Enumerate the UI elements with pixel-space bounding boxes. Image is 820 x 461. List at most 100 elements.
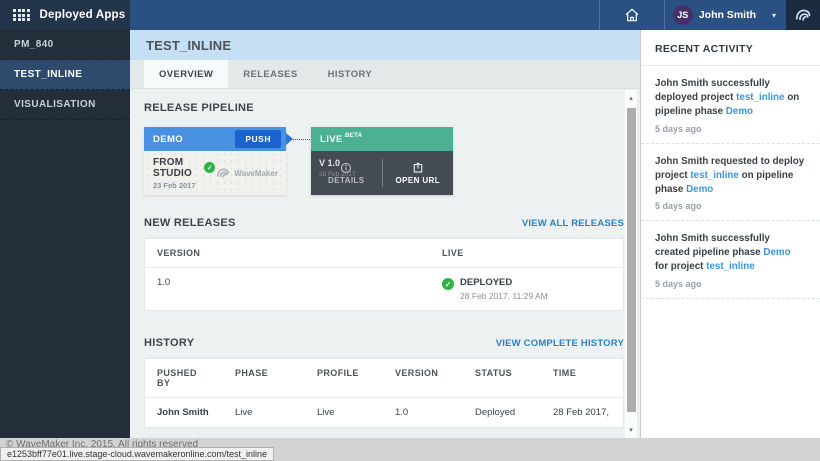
deploy-status-line: ✓ DEPLOYED 28 Feb 2017, 11:29 AM xyxy=(442,277,611,301)
deploy-status: DEPLOYED xyxy=(460,277,512,288)
pipeline-connector xyxy=(293,139,310,140)
column-header-profile: PROFILE xyxy=(305,359,383,397)
activity-project-link[interactable]: test_inline xyxy=(690,170,738,181)
history-table: PUSHED BY PHASE PROFILE VERSION STATUS T… xyxy=(144,358,624,428)
sidebar-item-label: TEST_INLINE xyxy=(14,69,82,80)
activity-item: John Smith successfully created pipeline… xyxy=(641,221,820,299)
demo-source-block: FROM STUDIO ✓ 23 Feb 2017 xyxy=(153,157,215,190)
column-header-version: VERSION xyxy=(145,239,430,267)
sidebar: PM_840 TEST_INLINE VISUALISATION xyxy=(0,30,130,438)
activity-phase-link[interactable]: Demo xyxy=(726,106,753,117)
tab-releases[interactable]: RELEASES xyxy=(228,60,312,88)
view-complete-history-link[interactable]: VIEW COMPLETE HISTORY xyxy=(496,338,624,349)
release-live-cell: ✓ DEPLOYED 28 Feb 2017, 11:29 AM xyxy=(430,268,623,310)
scroll-down-icon[interactable]: ▾ xyxy=(625,424,637,436)
history-header-row: HISTORY VIEW COMPLETE HISTORY xyxy=(144,337,624,349)
from-studio-line: FROM STUDIO ✓ xyxy=(153,157,215,179)
activity-timestamp: 5 days ago xyxy=(655,124,806,134)
history-phase-cell: Live xyxy=(223,398,305,427)
sidebar-item-label: VISUALISATION xyxy=(14,99,96,110)
user-menu[interactable]: JS John Smith ▾ xyxy=(665,0,786,30)
activity-item: John Smith successfully deployed project… xyxy=(641,66,820,144)
user-name: John Smith xyxy=(699,9,756,21)
tab-bar: OVERVIEW RELEASES HISTORY xyxy=(130,60,640,89)
activity-project-link[interactable]: test_inline xyxy=(736,92,784,103)
app-title: Deployed Apps xyxy=(40,9,126,21)
demo-card-body: FROM STUDIO ✓ 23 Feb 2017 WaveMake xyxy=(144,151,286,195)
recent-activity-panel: RECENT ACTIVITY John Smith successfully … xyxy=(640,30,820,438)
tab-overview[interactable]: OVERVIEW xyxy=(144,60,228,88)
tab-history[interactable]: HISTORY xyxy=(313,60,388,88)
info-icon xyxy=(340,162,352,174)
history-status-cell: Deployed xyxy=(463,398,541,427)
main-header: TEST_INLINE xyxy=(130,30,640,60)
pipeline-row: DEMO PUSH FROM STUDIO ✓ 23 Feb 2017 xyxy=(144,127,624,195)
main-content: RELEASE PIPELINE DEMO PUSH FROM STUDIO ✓ xyxy=(130,89,640,438)
activity-timestamp: 5 days ago xyxy=(655,201,806,211)
open-url-button[interactable]: OPEN URL xyxy=(383,162,454,185)
activity-text-segment: John Smith successfully created pipeline… xyxy=(655,233,770,258)
activity-text: John Smith successfully created pipeline… xyxy=(655,232,806,274)
home-icon xyxy=(624,7,640,23)
release-version-cell: 1.0 xyxy=(145,268,430,297)
wavemaker-wave-icon xyxy=(215,165,231,181)
history-time-cell: 28 Feb 2017, xyxy=(541,398,623,427)
deploy-time: 28 Feb 2017, 11:29 AM xyxy=(460,291,548,301)
activity-project-link[interactable]: test_inline xyxy=(706,261,754,272)
column-header-live: LIVE xyxy=(430,239,623,267)
main-scrollbar[interactable]: ▴ ▾ xyxy=(625,90,637,438)
history-heading: HISTORY xyxy=(144,337,194,349)
avatar: JS xyxy=(673,5,693,25)
wavemaker-wave-icon xyxy=(793,5,813,25)
check-circle-icon: ✓ xyxy=(204,162,215,173)
topbar: Deployed Apps JS John Smith ▾ xyxy=(0,0,820,30)
live-phase-label: LIVE xyxy=(320,134,343,145)
wavemaker-logo-block xyxy=(786,0,820,30)
activity-timestamp: 5 days ago xyxy=(655,279,806,289)
activity-text: John Smith requested to deploy project t… xyxy=(655,155,806,197)
demo-phase-label: DEMO xyxy=(153,134,183,145)
chevron-down-icon: ▾ xyxy=(772,11,776,20)
sidebar-item-visualisation[interactable]: VISUALISATION xyxy=(0,90,130,120)
scroll-up-icon[interactable]: ▴ xyxy=(625,92,637,104)
sidebar-item-pm-840[interactable]: PM_840 xyxy=(0,30,130,60)
screen: Deployed Apps JS John Smith ▾ P xyxy=(0,0,820,461)
from-studio-label: FROM STUDIO xyxy=(153,157,200,179)
column-header-pushed-by: PUSHED BY xyxy=(145,359,223,397)
table-header-row: PUSHED BY PHASE PROFILE VERSION STATUS T… xyxy=(145,359,623,398)
history-profile-link[interactable]: Live xyxy=(305,398,383,427)
apps-grid-icon[interactable] xyxy=(13,9,30,21)
details-label: DETAILS xyxy=(328,176,364,185)
demo-card-header: DEMO PUSH xyxy=(144,127,286,151)
page-title: TEST_INLINE xyxy=(146,38,231,53)
history-version-cell: 1.0 xyxy=(383,398,463,427)
scrollbar-thumb[interactable] xyxy=(627,108,636,412)
beta-badge: BETA xyxy=(345,132,362,139)
sidebar-item-test-inline[interactable]: TEST_INLINE xyxy=(0,60,130,90)
activity-item: John Smith requested to deploy project t… xyxy=(641,144,820,222)
table-header-row: VERSION LIVE xyxy=(145,239,623,268)
live-card-body: V 1.0 28 Feb 2017 DETAILS OPEN URL xyxy=(311,151,453,195)
table-row: 1.0 ✓ DEPLOYED 28 Feb 2017, 11:29 AM xyxy=(145,268,623,310)
home-button[interactable] xyxy=(600,0,664,30)
open-url-icon xyxy=(412,162,424,174)
new-releases-header-row: NEW RELEASES VIEW ALL RELEASES xyxy=(144,217,624,229)
demo-date: 23 Feb 2017 xyxy=(153,181,215,190)
main-panel: TEST_INLINE OVERVIEW RELEASES HISTORY RE… xyxy=(130,30,640,438)
table-row: John Smith Live Live 1.0 Deployed 28 Feb… xyxy=(145,398,623,427)
pipeline-card-live: LIVE BETA V 1.0 28 Feb 2017 DETAILS xyxy=(311,127,453,195)
pipeline-card-demo: DEMO PUSH FROM STUDIO ✓ 23 Feb 2017 xyxy=(144,127,286,195)
column-header-time: TIME xyxy=(541,359,623,397)
wavemaker-logo-text: WaveMaker xyxy=(234,169,278,178)
activity-text-segment: for project xyxy=(655,261,703,272)
push-button[interactable]: PUSH xyxy=(235,130,281,148)
view-all-releases-link[interactable]: VIEW ALL RELEASES xyxy=(522,218,624,229)
activity-phase-link[interactable]: Demo xyxy=(686,184,713,195)
activity-text: John Smith successfully deployed project… xyxy=(655,77,806,119)
activity-phase-link[interactable]: Demo xyxy=(763,247,790,258)
new-releases-table: VERSION LIVE 1.0 ✓ DEPLOYED 28 Feb 2017,… xyxy=(144,238,624,311)
sidebar-item-label: PM_840 xyxy=(14,39,54,50)
open-url-label: OPEN URL xyxy=(395,176,440,185)
details-button[interactable]: DETAILS xyxy=(311,162,382,185)
app-brand: Deployed Apps xyxy=(0,0,130,30)
